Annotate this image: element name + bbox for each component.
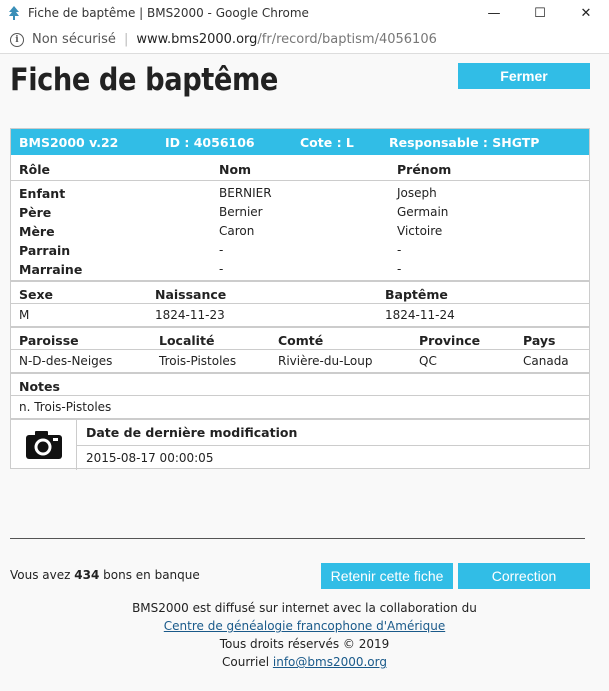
nom-cell: Bernier [219,205,263,219]
col-paroisse: Paroisse [19,333,79,348]
notes-values: n. Trois-Pistoles [11,396,589,418]
record-card: BMS2000 v.22 ID : 4056106 Cote : L Respo… [10,128,590,470]
notes-header: Notes [11,372,589,396]
table-row: Parrain - - [11,240,589,259]
naissance-value: 1824-11-23 [155,308,225,322]
bank-suffix: bons en banque [103,568,200,582]
url-host: www.bms2000.org [136,32,258,47]
comte-value: Rivière-du-Loup [278,354,373,368]
col-naissance: Naissance [155,287,227,302]
info-icon[interactable]: i [10,32,24,47]
security-label: Non sécurisé [32,32,116,47]
record-id: ID : 4056106 [165,135,255,150]
people-rows: Enfant BERNIER Joseph Père Bernier Germa… [11,181,589,280]
footer-collab-text: BMS2000 est diffusé sur internet avec la… [132,601,477,615]
dates-header: Sexe Naissance Baptême [11,280,589,304]
bapteme-value: 1824-11-24 [385,308,455,322]
last-modified-section: Date de dernière modification 2015-08-17… [11,418,589,470]
col-nom: Nom [219,162,252,177]
col-localite: Localité [159,333,215,348]
col-role: Rôle [19,162,50,177]
col-comte: Comté [278,333,324,348]
email-link[interactable]: info@bms2000.org [273,655,387,669]
maximize-button[interactable]: ☐ [517,0,563,26]
people-header: Rôle Nom Prénom [11,155,589,181]
nom-cell: Caron [219,224,255,238]
correction-button[interactable]: Correction [458,563,590,589]
col-bapteme: Baptême [385,287,448,302]
prenom-cell: - [397,243,402,257]
last-modified-label: Date de dernière modification [86,425,298,440]
window-titlebar: Fiche de baptême | BMS2000 - Google Chro… [0,0,609,26]
record-header: BMS2000 v.22 ID : 4056106 Cote : L Respo… [11,129,589,155]
place-header: Paroisse Localité Comté Province Pays [11,326,589,350]
footer-email-label: Courriel [222,655,270,669]
col-pays: Pays [523,333,556,348]
table-row: Marraine - - [11,259,589,278]
record-cote: Cote : L [300,135,354,150]
keep-record-button[interactable]: Retenir cette fiche [321,563,453,589]
footer: BMS2000 est diffusé sur internet avec la… [0,599,609,671]
address-bar[interactable]: i Non sécurisé | www.bms2000.org/fr/reco… [0,26,609,54]
nom-cell: BERNIER [219,186,272,200]
cgfa-link[interactable]: Centre de généalogie francophone d'Améri… [164,619,445,633]
nom-cell: - [219,262,224,276]
footer-rights: Tous droits réservés © 2019 [219,637,390,651]
notes-value: n. Trois-Pistoles [19,400,112,414]
prenom-cell: Joseph [397,186,437,200]
bank-count: 434 [74,568,100,582]
window-title: Fiche de baptême | BMS2000 - Google Chro… [28,6,309,20]
divider [10,538,585,539]
table-row: Enfant BERNIER Joseph [11,183,589,202]
role-cell: Mère [19,224,55,239]
address-separator: | [123,32,129,47]
nom-cell: - [219,243,224,257]
role-cell: Enfant [19,186,66,201]
prenom-cell: Germain [397,205,449,219]
close-window-button[interactable]: ✕ [563,0,609,26]
col-sexe: Sexe [19,287,54,302]
record-version: BMS2000 v.22 [19,135,119,150]
col-prenom: Prénom [397,162,452,177]
bank-prefix: Vous avez [10,568,71,582]
last-modified-header: Date de dernière modification [77,420,589,446]
localite-value: Trois-Pistoles [159,354,237,368]
tree-icon [6,5,22,21]
table-row: Mère Caron Victoire [11,221,589,240]
camera-icon [11,420,77,470]
close-button[interactable]: Fermer [458,63,590,89]
url-path: /fr/record/baptism/4056106 [257,32,437,47]
prenom-cell: Victoire [397,224,443,238]
bank-balance: Vous avez 434 bons en banque [10,568,200,582]
last-modified-value: 2015-08-17 00:00:05 [86,451,214,465]
page-title: Fiche de baptême [10,62,279,98]
sexe-value: M [19,308,30,322]
role-cell: Père [19,205,52,220]
page-content: Fiche de baptême Fermer BMS2000 v.22 ID … [0,54,609,691]
paroisse-value: N-D-des-Neiges [19,354,113,368]
record-responsable: Responsable : SHGTP [389,135,540,150]
role-cell: Marraine [19,262,83,277]
place-values: N-D-des-Neiges Trois-Pistoles Rivière-du… [11,350,589,372]
minimize-button[interactable]: — [471,0,517,26]
dates-values: M 1824-11-23 1824-11-24 [11,304,589,326]
prenom-cell: - [397,262,402,276]
pays-value: Canada [523,354,569,368]
role-cell: Parrain [19,243,71,258]
col-province: Province [419,333,481,348]
province-value: QC [419,354,437,368]
table-row: Père Bernier Germain [11,202,589,221]
notes-label: Notes [19,379,60,394]
